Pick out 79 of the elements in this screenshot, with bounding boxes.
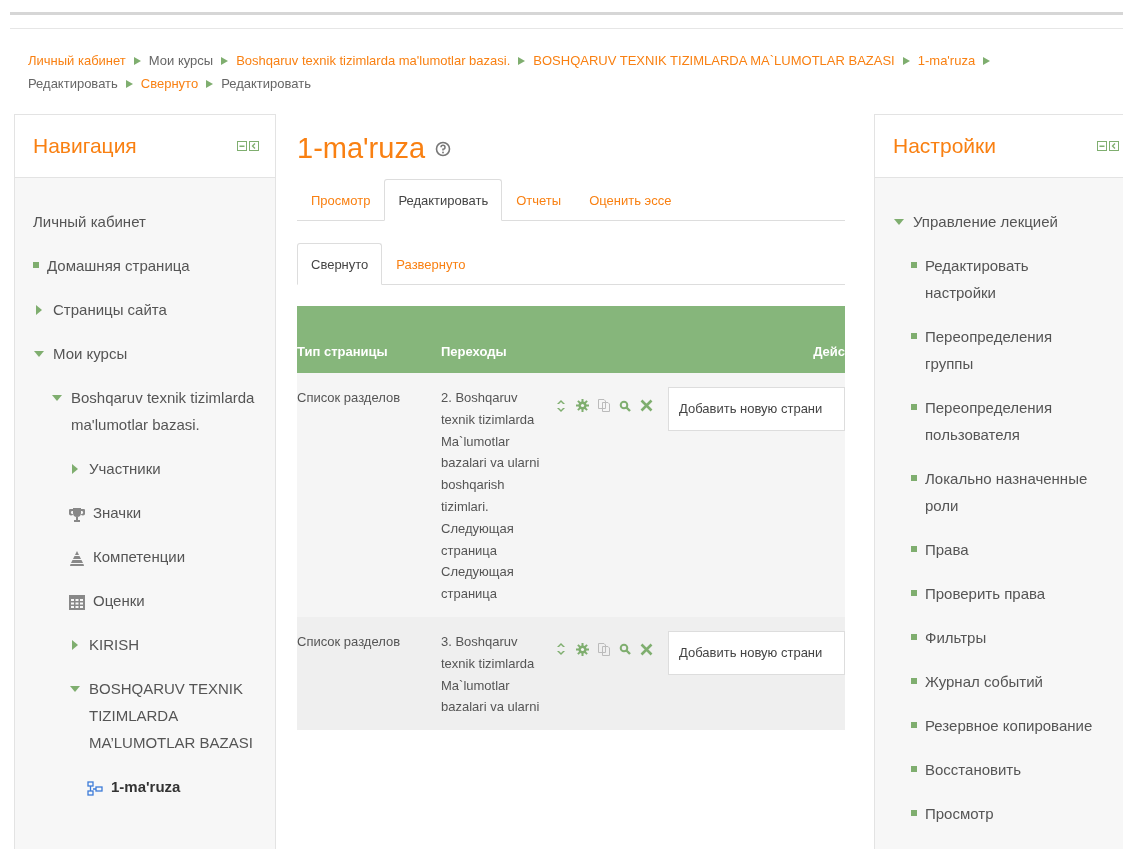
dock-icon[interactable]: [1109, 141, 1119, 151]
search-icon[interactable]: [619, 643, 631, 656]
bullet-icon: [911, 678, 917, 684]
bullet-icon: [911, 546, 917, 552]
nav-item[interactable]: Boshqaruv texnik tizimlarda ma'lumotlar bazasi.: [71, 384, 259, 438]
nav-item[interactable]: Просмотр: [925, 800, 994, 827]
nav-item[interactable]: Мои курсы: [53, 340, 128, 367]
table-cell-text: 3. Boshqaruv texnik tizimlarda Ma`lumotlar bazalari va ularni: [441, 632, 541, 717]
page-title: 1-ma'ruza: [297, 132, 426, 165]
separator-icon: [902, 56, 910, 65]
copy-icon[interactable]: [598, 399, 610, 412]
table-cell-text: Список разделов: [297, 389, 402, 407]
separator-icon: [221, 56, 229, 65]
bullet-icon: [911, 590, 917, 596]
nav-item[interactable]: KIRISH: [89, 631, 139, 658]
nav-item[interactable]: Переопределения группы: [925, 323, 1095, 377]
bullet-icon: [911, 634, 917, 640]
breadcrumb-item: Мои курсы: [148, 52, 214, 70]
tab[interactable]: Свернуто: [297, 243, 383, 285]
nav-item[interactable]: Редактировать настройки: [925, 252, 1095, 306]
pyramid-icon: [69, 551, 85, 566]
move-icon[interactable]: [555, 399, 567, 412]
lesson-icon: [87, 781, 103, 797]
delete-icon[interactable]: [640, 642, 653, 656]
block-title: Навигация: [33, 134, 137, 158]
nav-item[interactable]: Компетенции: [93, 543, 186, 570]
nav-item[interactable]: 1-ma'ruza: [111, 773, 181, 800]
separator-icon: [206, 79, 214, 88]
copy-icon[interactable]: [598, 642, 610, 656]
nav-item[interactable]: Домашняя страница: [47, 252, 190, 279]
bullet-icon: [911, 475, 917, 481]
settings-icon[interactable]: [576, 399, 589, 412]
move-icon[interactable]: [555, 643, 567, 656]
search-icon[interactable]: [619, 399, 631, 412]
nav-item[interactable]: Страницы сайта: [53, 296, 167, 323]
bullet-icon: [911, 404, 917, 410]
bullet-icon: [911, 810, 917, 816]
separator-icon: [518, 56, 526, 65]
trophy-icon: [69, 507, 85, 523]
nav-item[interactable]: Оценки: [93, 587, 145, 614]
dock-icon[interactable]: [249, 141, 259, 151]
nav-item[interactable]: Права: [925, 536, 969, 563]
nav-item[interactable]: Проверить права: [925, 580, 1046, 607]
settings-icon[interactable]: [576, 642, 589, 656]
delete-icon[interactable]: [640, 399, 653, 412]
column-header: Переходы: [441, 344, 508, 359]
bullet-icon: [33, 262, 39, 268]
bullet-icon: [911, 333, 917, 339]
bullet-icon: [911, 262, 917, 268]
nav-item[interactable]: Локально назначенные роли: [925, 465, 1095, 519]
breadcrumb-item: Редактировать: [221, 75, 311, 93]
breadcrumb-item: Редактировать: [28, 75, 118, 93]
separator-icon: [983, 56, 991, 65]
nav-item[interactable]: Управление лекцией: [913, 208, 1058, 235]
nav-item[interactable]: Резервное копирование: [925, 712, 1093, 739]
bullet-icon: [911, 722, 917, 728]
collapse-icon[interactable]: [237, 141, 247, 151]
nav-item[interactable]: Фильтры: [925, 624, 987, 651]
collapse-icon[interactable]: [1097, 141, 1107, 151]
bullet-icon: [911, 766, 917, 772]
nav-item[interactable]: BOSHQARUV TEXNIK TIZIMLARDA MA’LUMOTLAR BAZASI: [89, 675, 259, 756]
tab[interactable]: Редактировать: [384, 179, 503, 221]
nav-item[interactable]: Значки: [93, 499, 142, 526]
nav-item[interactable]: Восстановить: [925, 756, 1022, 783]
nav-item[interactable]: Личный кабинет: [33, 208, 146, 235]
column-header: Тип страницы: [297, 344, 389, 359]
separator-icon: [133, 56, 141, 65]
nav-item[interactable]: Переопределения пользователя: [925, 394, 1095, 448]
separator-icon: [125, 79, 133, 88]
add-page-select[interactable]: Добавить новую страни: [668, 630, 845, 675]
help-icon[interactable]: [435, 140, 452, 157]
column-header: Дейс: [813, 344, 845, 359]
nav-item[interactable]: Журнал событий: [925, 668, 1043, 695]
add-page-select[interactable]: Добавить новую страни: [668, 387, 845, 431]
table-cell-text: Список разделов: [297, 632, 402, 651]
nav-item[interactable]: Участники: [89, 455, 161, 482]
block-title: Настройки: [893, 134, 996, 158]
table-icon: [69, 595, 85, 610]
table-cell-text: 2. Boshqaruv texnik tizimlarda Ma`lumotlar bazalari va ularni boshqarish tizimlari. Следующая страница Следующая страница: [441, 389, 541, 604]
